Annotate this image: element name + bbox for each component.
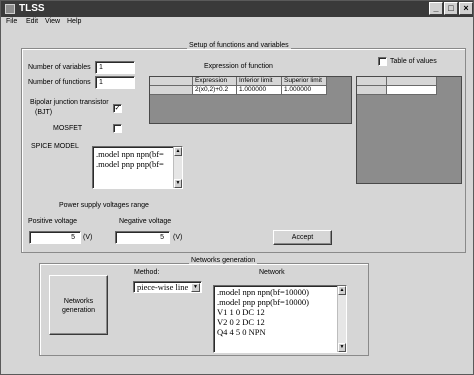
menu-bar: File Edit View Help <box>1 17 473 29</box>
minimize-button[interactable]: _ <box>429 2 443 15</box>
mosfet-label: MOSFET <box>53 125 83 132</box>
header-superior-limit: Superior limit <box>282 77 327 86</box>
spice-model-list[interactable]: .model npn npn(bf= .model pnp pnp(bf= ▲ … <box>92 146 183 189</box>
negative-voltage-label: Negative voltage <box>119 218 172 225</box>
list-item: Q4 4 5 0 NPN <box>217 327 266 337</box>
chevron-down-icon[interactable]: ▼ <box>191 283 200 292</box>
bjt-label-line1: Bipolar junction transistor <box>30 99 109 106</box>
power-supply-title: Power supply voltages range <box>59 202 149 209</box>
menu-file[interactable]: File <box>6 18 17 25</box>
num-variables-input[interactable]: 1 <box>95 61 135 74</box>
title-bar[interactable]: TLSS _ □ × <box>1 1 473 17</box>
grid-header <box>357 77 387 86</box>
scroll-down-icon[interactable]: ▼ <box>338 343 346 352</box>
grid-row-header <box>357 86 387 95</box>
table-cell[interactable]: 1.000000 <box>237 86 282 95</box>
positive-voltage-label: Positive voltage <box>28 218 78 225</box>
menu-view[interactable]: View <box>45 18 60 25</box>
scroll-up-icon[interactable]: ▲ <box>338 286 346 295</box>
mosfet-checkbox[interactable] <box>113 124 122 133</box>
scroll-up-icon[interactable]: ▲ <box>174 147 182 156</box>
grid-header <box>387 77 437 86</box>
method-label: Method: <box>134 269 160 276</box>
bjt-label-line2: (BJT) <box>35 109 53 116</box>
expression-title: Expression of function <box>204 63 273 70</box>
main-window: TLSS _ □ × File Edit View Help Setup of … <box>0 0 474 375</box>
network-label: Network <box>259 269 285 276</box>
list-item: .model pnp pnp(bf=10000) <box>217 297 309 307</box>
table-cell[interactable]: 2(x0,2)+0.2 <box>193 86 237 95</box>
window-title: TLSS <box>19 3 45 14</box>
network-scrollbar[interactable]: ▲ ▼ <box>337 286 346 352</box>
scroll-down-icon[interactable]: ▼ <box>174 179 182 188</box>
table-of-values-label: Table of values <box>390 58 437 65</box>
list-item: .model npn npn(bf= <box>96 149 164 159</box>
menu-edit[interactable]: Edit <box>26 18 38 25</box>
num-variables-label: Number of variables <box>28 64 91 71</box>
table-of-values-grid[interactable] <box>356 76 462 184</box>
negative-voltage-input[interactable]: 5 <box>115 231 170 244</box>
header-expression: Expression <box>193 77 237 86</box>
networks-generation-button[interactable]: Networks generation <box>49 275 108 335</box>
table-of-values-checkbox[interactable] <box>378 57 387 66</box>
accept-button[interactable]: Accept <box>273 230 332 245</box>
list-item: V1 1 0 DC 12 <box>217 307 265 317</box>
num-functions-label: Number of functions <box>28 79 91 86</box>
setup-group-label: Setup of functions and variables <box>187 42 291 49</box>
method-selected-value: piece-wise line <box>137 282 189 292</box>
num-functions-input[interactable]: 1 <box>95 76 135 89</box>
header-inferior-limit: Inferior limit <box>237 77 282 86</box>
expression-table[interactable]: Expression Inferior limit Superior limit… <box>149 76 352 124</box>
list-item: .model pnp pnp(bf= <box>96 159 164 169</box>
networks-generation-line1: Networks <box>63 298 94 305</box>
row-header <box>150 86 193 95</box>
list-item: V2 0 2 DC 12 <box>217 317 265 327</box>
grid-cell[interactable] <box>387 86 437 95</box>
table-cell[interactable]: 1.000000 <box>282 86 327 95</box>
header-blank <box>150 77 193 86</box>
networks-generation-line2: generation <box>61 307 96 314</box>
list-item: .model npn npn(bf=10000) <box>217 287 309 297</box>
close-button[interactable]: × <box>459 2 473 15</box>
bjt-checkbox[interactable]: ✓ <box>113 104 122 113</box>
network-list[interactable]: .model npn npn(bf=10000) .model pnp pnp(… <box>213 285 347 353</box>
app-icon <box>5 4 15 14</box>
positive-voltage-unit: (V) <box>83 234 93 241</box>
negative-voltage-unit: (V) <box>173 234 183 241</box>
method-select[interactable]: piece-wise line ▼ <box>133 281 202 293</box>
networks-group-label: Networks generation <box>189 257 258 264</box>
positive-voltage-input[interactable]: 5 <box>29 231 81 244</box>
maximize-button[interactable]: □ <box>444 2 458 15</box>
menu-help[interactable]: Help <box>67 18 81 25</box>
spice-model-label: SPICE MODEL <box>31 143 79 150</box>
spice-scrollbar[interactable]: ▲ ▼ <box>173 147 182 188</box>
